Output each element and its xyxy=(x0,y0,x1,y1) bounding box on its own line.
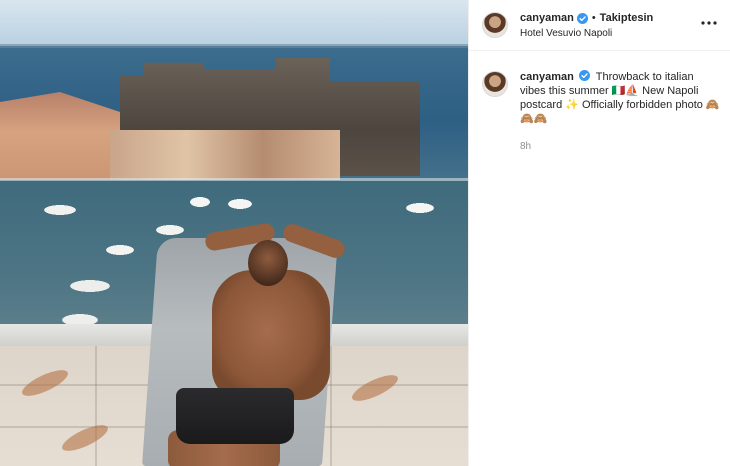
verified-badge-icon xyxy=(578,70,590,81)
avatar[interactable] xyxy=(482,12,508,38)
verified-badge-icon xyxy=(576,12,588,24)
header-username[interactable]: canyaman xyxy=(520,12,574,24)
photo-person-shorts xyxy=(176,388,294,444)
photo-buildings xyxy=(110,130,340,180)
caption-username[interactable]: canyaman xyxy=(520,71,574,83)
following-button[interactable]: Takiptesin xyxy=(600,12,654,24)
avatar[interactable] xyxy=(482,71,508,97)
post-sidebar: canyaman • Takiptesin Hotel Vesuvio Napo… xyxy=(468,0,730,466)
photo-person-torso xyxy=(212,270,330,400)
photo-horizon xyxy=(0,44,468,48)
location-link[interactable]: Hotel Vesuvio Napoli xyxy=(520,28,612,39)
instagram-post: canyaman • Takiptesin Hotel Vesuvio Napo… xyxy=(0,0,730,466)
photo-sky xyxy=(0,0,468,46)
header-separator: • xyxy=(591,12,596,24)
caption-text-block: canyaman Throwback to italian vibes this… xyxy=(520,70,720,126)
post-photo[interactable] xyxy=(0,0,468,466)
post-header: canyaman • Takiptesin Hotel Vesuvio Napo… xyxy=(469,0,730,51)
more-horizontal-icon[interactable] xyxy=(701,18,717,28)
photo-person-head xyxy=(248,240,288,286)
post-timestamp[interactable]: 8h xyxy=(520,141,531,152)
header-user-line: canyaman • Takiptesin xyxy=(520,12,653,24)
